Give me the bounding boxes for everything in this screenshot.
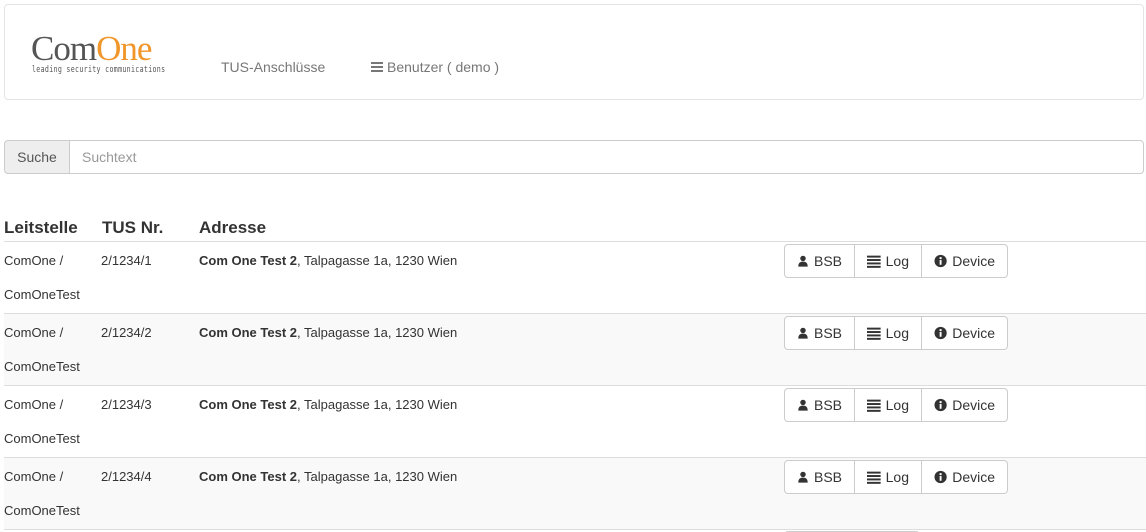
row-actions: BSB Log Device (784, 388, 1008, 422)
device-label: Device (952, 469, 995, 485)
address-cell: Com One Test 2, Talpagasse 1a, 1230 Wien (199, 325, 457, 340)
info-circle-icon (934, 254, 947, 268)
log-button[interactable]: Log (854, 460, 922, 494)
nav-tus-anschluesse[interactable]: TUS-Anschlüsse (221, 59, 325, 75)
table-row: ComOne / ComOneTest 2/1234/1 Com One Tes… (4, 242, 1146, 314)
info-circle-icon (934, 326, 947, 340)
address-name: Com One Test 2 (199, 325, 298, 340)
user-icon (798, 327, 808, 339)
log-button[interactable]: Log (854, 316, 922, 350)
user-icon (798, 255, 808, 267)
tus-table: Leitstelle TUS Nr. Adresse ComOne / ComO… (4, 212, 1146, 530)
logo-wordmark: ComOne (31, 29, 152, 68)
device-button[interactable]: Device (921, 244, 1008, 278)
user-icon (798, 471, 808, 483)
list-icon (867, 327, 881, 340)
leitstelle-cell: ComOne / (4, 397, 64, 412)
leitstelle-cell: ComOne / (4, 253, 64, 268)
address-cell: Com One Test 2, Talpagasse 1a, 1230 Wien (199, 253, 457, 268)
address-rest: , Talpagasse 1a, 1230 Wien (297, 253, 458, 268)
address-rest: , Talpagasse 1a, 1230 Wien (297, 469, 458, 484)
device-button[interactable]: Device (921, 460, 1008, 494)
device-button[interactable]: Device (921, 388, 1008, 422)
tus-nr-cell: 2/1234/2 (101, 325, 152, 340)
column-header-leitstelle: Leitstelle (4, 218, 78, 237)
bsb-label: BSB (813, 397, 842, 413)
bsb-label: BSB (813, 469, 842, 485)
log-label: Log (885, 325, 909, 341)
bsb-label: BSB (813, 325, 842, 341)
user-icon (798, 399, 808, 411)
tus-nr-cell: 2/1234/3 (101, 397, 152, 412)
search-group: Suche (4, 140, 1144, 174)
log-button[interactable]: Log (854, 244, 922, 278)
leitstelle-cell: ComOne / (4, 325, 64, 340)
row-actions: BSB Log Device (784, 316, 1008, 350)
bsb-button[interactable]: BSB (784, 388, 855, 422)
bsb-button[interactable]: BSB (784, 244, 855, 278)
address-cell: Com One Test 2, Talpagasse 1a, 1230 Wien (199, 469, 457, 484)
bsb-button[interactable]: BSB (784, 460, 855, 494)
log-label: Log (885, 469, 909, 485)
tus-nr-cell: 2/1234/1 (101, 253, 152, 268)
leitstelle-cell-line2: ComOneTest (4, 287, 80, 302)
list-icon (867, 471, 881, 484)
user-menu-label: Benutzer ( demo ) (387, 59, 500, 75)
table-row: ComOne / ComOneTest 2/1234/3 Com One Tes… (4, 386, 1146, 458)
device-button[interactable]: Device (921, 316, 1008, 350)
device-label: Device (952, 397, 995, 413)
log-label: Log (885, 397, 909, 413)
bsb-label: BSB (813, 253, 842, 269)
bsb-button[interactable]: BSB (784, 316, 855, 350)
log-button[interactable]: Log (854, 388, 922, 422)
table-row: ComOne / ComOneTest 2/1234/2 Com One Tes… (4, 314, 1146, 386)
device-label: Device (952, 253, 995, 269)
search-input[interactable] (69, 140, 1144, 174)
table-header: Leitstelle TUS Nr. Adresse (4, 212, 1146, 242)
comone-logo[interactable]: ComOne leading security communications (31, 29, 183, 77)
address-rest: , Talpagasse 1a, 1230 Wien (297, 325, 458, 340)
leitstelle-cell-line2: ComOneTest (4, 359, 80, 374)
tus-nr-cell: 2/1234/4 (101, 469, 152, 484)
address-name: Com One Test 2 (199, 397, 298, 412)
column-header-adresse: Adresse (199, 218, 267, 237)
info-circle-icon (934, 398, 947, 412)
log-label: Log (885, 253, 909, 269)
address-rest: , Talpagasse 1a, 1230 Wien (297, 397, 458, 412)
nav-user-menu[interactable]: Benutzer ( demo ) (371, 59, 499, 75)
leitstelle-cell: ComOne / (4, 469, 64, 484)
leitstelle-cell-line2: ComOneTest (4, 503, 80, 518)
column-header-tus-nr: TUS Nr. (102, 218, 164, 237)
search-label: Suche (4, 140, 69, 174)
logo-tagline: leading security communications (32, 65, 166, 75)
device-label: Device (952, 325, 995, 341)
address-name: Com One Test 2 (199, 253, 298, 268)
address-name: Com One Test 2 (199, 469, 298, 484)
leitstelle-cell-line2: ComOneTest (4, 431, 80, 446)
list-icon (867, 399, 881, 412)
address-cell: Com One Test 2, Talpagasse 1a, 1230 Wien (199, 397, 457, 412)
info-circle-icon (934, 470, 947, 484)
row-actions: BSB Log Device (784, 460, 1008, 494)
list-icon (867, 255, 881, 268)
table-row: ComOne / ComOneTest 2/1234/4 Com One Tes… (4, 458, 1146, 530)
top-navbar: ComOne leading security communications T… (4, 4, 1144, 100)
hamburger-icon (371, 62, 383, 72)
row-actions: BSB Log Device (784, 244, 1008, 278)
